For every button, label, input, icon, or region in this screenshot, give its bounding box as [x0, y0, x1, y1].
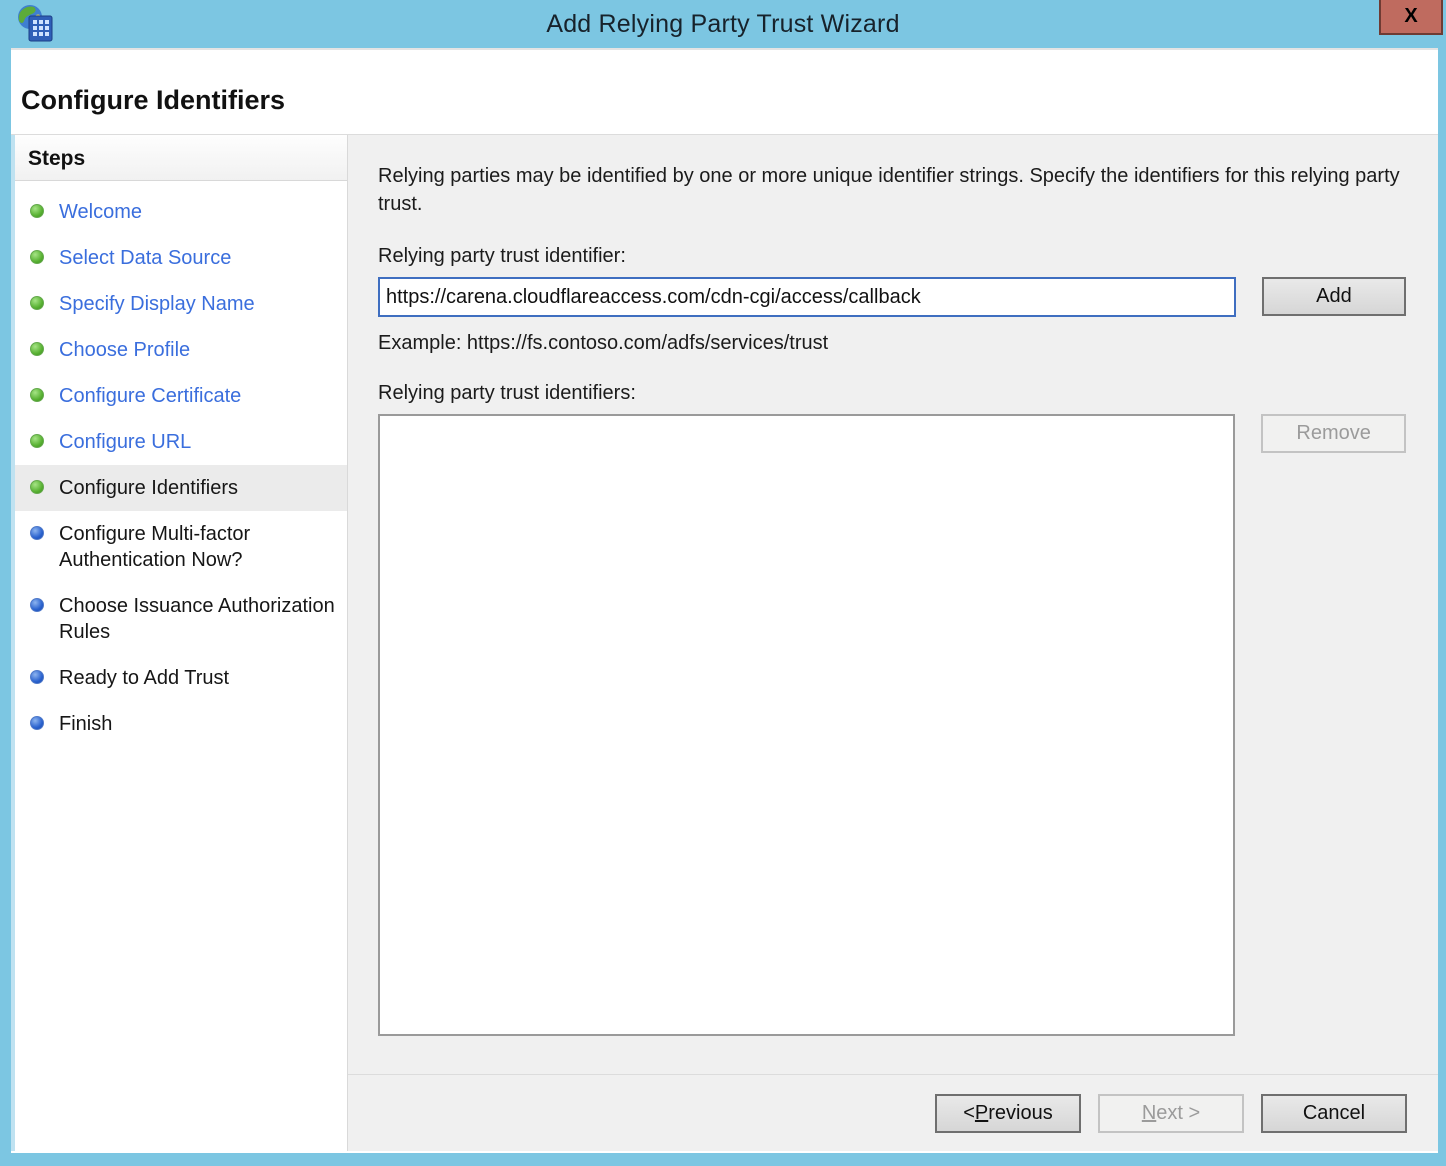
previous-label-suffix: revious	[988, 1102, 1052, 1125]
sidebar-step-configure-identifiers: Configure Identifiers	[15, 465, 347, 511]
sidebar-step-welcome[interactable]: Welcome	[15, 189, 347, 235]
green-step-bullet-icon	[30, 296, 44, 310]
remove-button[interactable]: Remove	[1261, 414, 1406, 453]
identifiers-list-label: Relying party trust identifiers:	[378, 382, 1406, 405]
green-step-bullet-icon	[30, 250, 44, 264]
cancel-button[interactable]: Cancel	[1261, 1094, 1407, 1133]
sidebar-step-specify-display-name[interactable]: Specify Display Name	[15, 281, 347, 327]
window-title: Add Relying Party Trust Wizard	[0, 10, 1446, 39]
step-label: Select Data Source	[59, 247, 231, 269]
page-header: Configure Identifiers	[11, 50, 1438, 135]
sidebar-step-configure-certificate[interactable]: Configure Certificate	[15, 373, 347, 419]
previous-label-prefix: <	[963, 1102, 975, 1125]
green-step-bullet-icon	[30, 388, 44, 402]
step-label: Choose Issuance Authorization Rules	[59, 595, 335, 643]
next-button[interactable]: Next >	[1098, 1094, 1244, 1133]
steps-heading: Steps	[15, 135, 347, 181]
green-step-bullet-icon	[30, 204, 44, 218]
footer-button-bar: < Previous Next > Cancel	[348, 1074, 1438, 1151]
sidebar-step-finish: Finish	[15, 701, 347, 747]
blue-step-bullet-icon	[30, 670, 44, 684]
green-step-bullet-icon	[30, 434, 44, 448]
sidebar-step-ready-to-add-trust: Ready to Add Trust	[15, 655, 347, 701]
sidebar-step-configure-multi-factor-authentication-now: Configure Multi-factor Authentication No…	[15, 511, 347, 583]
adfs-globe-building-icon	[14, 3, 56, 45]
example-text: Example: https://fs.contoso.com/adfs/ser…	[378, 332, 1406, 355]
title-bar: Add Relying Party Trust Wizard X	[0, 0, 1446, 48]
page-title: Configure Identifiers	[21, 85, 285, 116]
blue-step-bullet-icon	[30, 716, 44, 730]
identifiers-listbox[interactable]	[378, 414, 1235, 1036]
previous-button[interactable]: < Previous	[935, 1094, 1081, 1133]
page-description: Relying parties may be identified by one…	[378, 162, 1406, 218]
step-label: Welcome	[59, 201, 142, 223]
step-label: Configure Certificate	[59, 385, 241, 407]
wizard-window: Add Relying Party Trust Wizard X Configu…	[0, 0, 1446, 1166]
close-button[interactable]: X	[1379, 0, 1443, 35]
identifier-input[interactable]	[378, 277, 1236, 317]
main-content: Relying parties may be identified by one…	[348, 135, 1438, 1074]
sidebar-step-choose-profile[interactable]: Choose Profile	[15, 327, 347, 373]
previous-label-key: P	[975, 1102, 988, 1125]
next-label-key: N	[1142, 1102, 1156, 1125]
steps-sidebar: Steps Welcome Select Data Source Specify D…	[11, 135, 348, 1151]
next-label-suffix: ext >	[1156, 1102, 1200, 1125]
blue-step-bullet-icon	[30, 598, 44, 612]
identifier-field-label: Relying party trust identifier:	[378, 245, 1406, 268]
step-label: Configure Multi-factor Authentication No…	[59, 523, 250, 571]
green-step-bullet-icon	[30, 480, 44, 494]
add-button[interactable]: Add	[1262, 277, 1406, 316]
step-label: Configure URL	[59, 431, 191, 453]
sidebar-step-choose-issuance-authorization-rules: Choose Issuance Authorization Rules	[15, 583, 347, 655]
step-label: Configure Identifiers	[59, 477, 238, 499]
blue-step-bullet-icon	[30, 526, 44, 540]
sidebar-step-select-data-source[interactable]: Select Data Source	[15, 235, 347, 281]
steps-list: Welcome Select Data Source Specify Display…	[15, 181, 347, 747]
step-label: Specify Display Name	[59, 293, 255, 315]
step-label: Ready to Add Trust	[59, 667, 229, 689]
step-label: Finish	[59, 713, 112, 735]
green-step-bullet-icon	[30, 342, 44, 356]
wizard-panel: Configure Identifiers Steps Welcome Selec…	[11, 48, 1438, 1153]
step-label: Choose Profile	[59, 339, 190, 361]
sidebar-step-configure-url[interactable]: Configure URL	[15, 419, 347, 465]
